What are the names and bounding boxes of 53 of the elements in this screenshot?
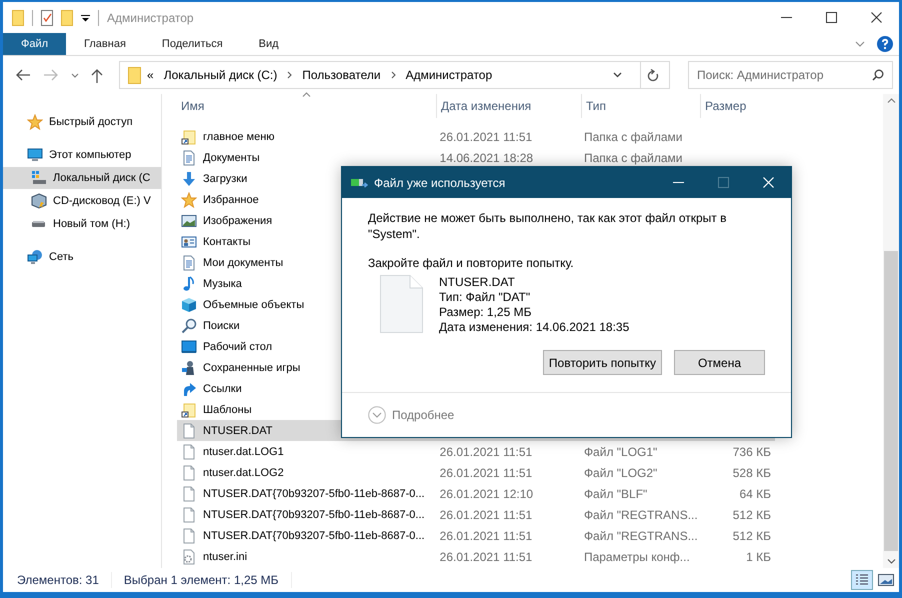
file-name: Шаблоны <box>203 404 252 416</box>
file-name: Мои документы <box>203 256 284 268</box>
dialog-title: Файл уже используется <box>374 176 506 190</box>
date-text: 26.01.2021 11:51 <box>440 444 532 458</box>
file-name: Контакты <box>203 236 251 248</box>
size-text: 528 КБ <box>732 466 771 480</box>
size-text: 512 КБ <box>732 508 771 522</box>
file-name: Документы <box>203 152 260 164</box>
file-name: NTUSER.DAT{70b93207-5fb0-11eb-8687-0... <box>203 508 425 520</box>
type-text: Файл "LOG1" <box>584 444 658 458</box>
file-name: Ссылки <box>203 382 242 394</box>
file-name: Поиски <box>203 320 240 332</box>
file-name: ntuser.dat.LOG1 <box>203 446 284 458</box>
file-size: Размер: 1,25 МБ <box>439 305 532 320</box>
file-name: Изображения <box>203 214 272 226</box>
file-name: Рабочий стол <box>203 340 272 352</box>
file-name: главное меню <box>203 130 275 142</box>
file-name: Избранное <box>203 194 259 206</box>
file-date: Дата изменения: 14.06.2021 18:35 <box>439 320 630 335</box>
file-name: Сохраненные игры <box>203 362 300 374</box>
item-count: Элементов: 31 <box>17 573 99 587</box>
type-text: Папка с файлами <box>584 150 682 164</box>
type-text: Параметры конф... <box>584 550 690 564</box>
type-text: Папка с файлами <box>584 130 682 144</box>
selection-info: Выбран 1 элемент: 1,25 МБ <box>124 573 279 587</box>
file-name: Музыка <box>203 278 242 290</box>
file-name: NTUSER.DAT{70b93207-5fb0-11eb-8687-0... <box>203 488 425 500</box>
date-text: 26.01.2021 11:51 <box>440 508 532 522</box>
window-title: Администратор <box>107 10 194 24</box>
file-name: NTUSER.DAT <box>439 275 516 290</box>
file-type: Тип: Файл "DAT" <box>439 290 532 305</box>
type-text: Файл "REGTRANS... <box>584 528 698 542</box>
type-text: Файл "BLF" <box>584 486 648 500</box>
size-text: 736 КБ <box>732 444 771 458</box>
size-text: 512 КБ <box>732 528 771 542</box>
instruction-text: Закройте файл и повторите попытку. <box>368 256 575 270</box>
type-text: Файл "REGTRANS... <box>584 508 698 522</box>
date-text: 26.01.2021 12:10 <box>440 486 534 500</box>
file-name: Загрузки <box>203 172 248 184</box>
file-name: ntuser.dat.LOG2 <box>203 466 284 478</box>
date-text: 26.01.2021 11:51 <box>440 130 532 144</box>
file-name: Объемные объекты <box>203 298 304 310</box>
size-text: 1 КБ <box>746 550 771 564</box>
size-text: 64 КБ <box>739 486 771 500</box>
date-text: 26.01.2021 11:51 <box>440 466 532 480</box>
date-text: 26.01.2021 11:51 <box>440 528 532 542</box>
error-message: Действие не может быть выполнено, так как этот файл открыт в "System". <box>368 210 728 242</box>
date-text: 26.01.2021 11:51 <box>440 550 532 564</box>
type-text: Файл "LOG2" <box>584 466 658 480</box>
file-name: ntuser.ini <box>203 550 248 562</box>
file-name: NTUSER.DAT <box>203 424 272 436</box>
file-name: NTUSER.DAT{70b93207-5fb0-11eb-8687-0... <box>203 530 425 542</box>
date-text: 14.06.2021 18:28 <box>440 150 534 164</box>
